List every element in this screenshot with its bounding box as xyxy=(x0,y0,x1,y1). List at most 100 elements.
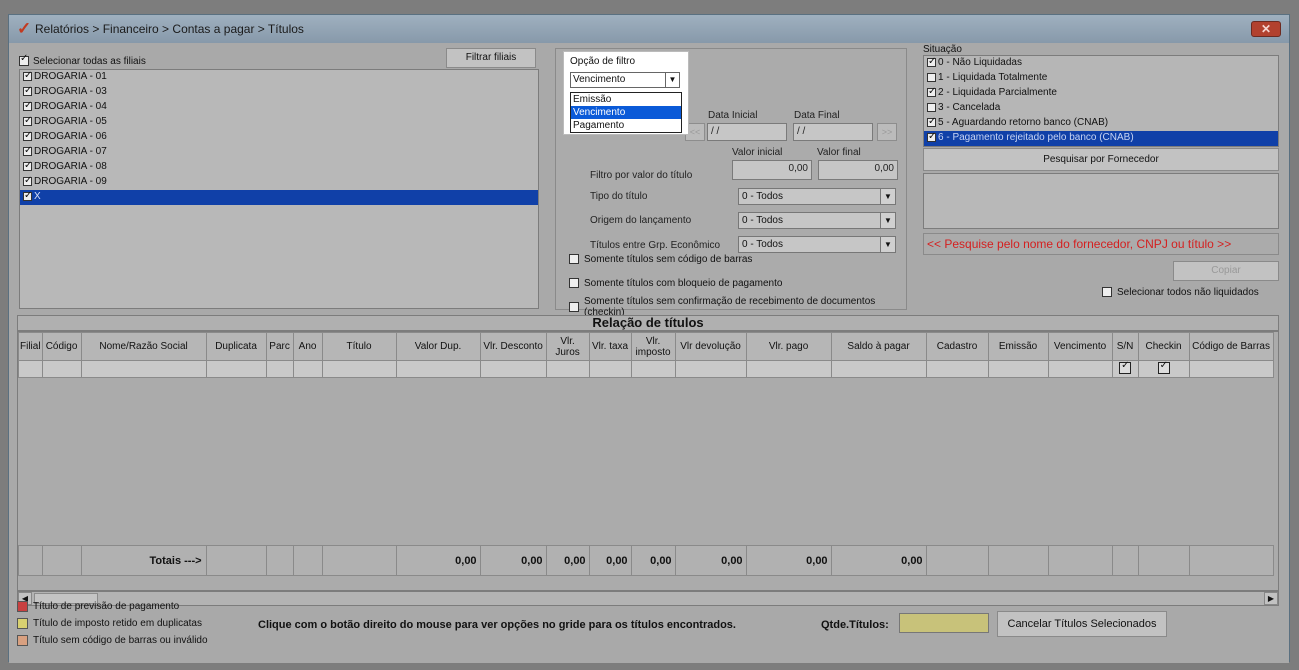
branch-list[interactable]: DROGARIA - 01 DROGARIA - 03 DROGARIA - 04 D… xyxy=(19,69,539,309)
no-barcode-checkbox[interactable] xyxy=(569,254,579,265)
filter-option-item[interactable]: Vencimento xyxy=(571,106,681,119)
branch-checkbox[interactable] xyxy=(23,99,32,113)
table-cell[interactable] xyxy=(925,360,989,378)
situation-checkbox[interactable] xyxy=(927,102,936,112)
cancel-selected-titles-button[interactable]: Cancelar Títulos Selecionados xyxy=(997,611,1167,637)
situation-list-item[interactable]: 1 - Liquidada Totalmente xyxy=(924,71,1278,86)
situation-checkbox[interactable] xyxy=(927,115,936,129)
column-header[interactable]: Duplicata xyxy=(205,332,267,361)
column-header[interactable]: Vlr. pago xyxy=(745,332,832,361)
situation-list-item[interactable]: 3 - Cancelada xyxy=(924,101,1278,116)
column-header[interactable]: Vlr. imposto xyxy=(630,332,676,361)
filter-option-item[interactable]: Emissão xyxy=(571,93,681,106)
cell-checkbox[interactable] xyxy=(1119,360,1132,374)
table-cell[interactable] xyxy=(205,360,267,378)
column-header[interactable]: Código de Barras xyxy=(1188,332,1274,361)
branch-list-item[interactable]: DROGARIA - 08 xyxy=(20,159,538,175)
filter-branches-button[interactable]: Filtrar filiais xyxy=(446,48,536,68)
branch-list-item[interactable]: DROGARIA - 06 xyxy=(20,129,538,145)
branch-checkbox[interactable] xyxy=(23,159,32,173)
table-cell[interactable] xyxy=(545,360,590,378)
supplier-search-box[interactable] xyxy=(923,173,1279,229)
table-cell[interactable] xyxy=(321,360,397,378)
branch-list-item[interactable]: X xyxy=(20,189,538,205)
filter-option-item[interactable]: Pagamento xyxy=(571,119,681,132)
branch-checkbox[interactable] xyxy=(23,114,32,128)
situation-list-item[interactable]: 6 - Pagamento rejeitado pelo banco (CNAB… xyxy=(924,130,1278,146)
origin-select[interactable]: 0 - Todos ▼ xyxy=(738,212,896,229)
branch-list-item[interactable]: DROGARIA - 01 xyxy=(20,69,538,85)
table-cell[interactable] xyxy=(745,360,832,378)
table-cell[interactable] xyxy=(18,360,43,378)
column-header[interactable]: Vencimento xyxy=(1047,332,1113,361)
branch-list-item[interactable]: DROGARIA - 04 xyxy=(20,99,538,115)
chevron-down-icon[interactable]: ▼ xyxy=(665,73,679,87)
table-cell[interactable] xyxy=(1111,360,1139,378)
min-value-field[interactable]: 0,00 xyxy=(732,160,812,180)
table-cell[interactable] xyxy=(987,360,1049,378)
select-all-branches[interactable]: Selecionar todas as filiais xyxy=(19,53,146,67)
branch-checkbox[interactable] xyxy=(23,69,32,83)
column-header[interactable]: Emissão xyxy=(987,332,1049,361)
situation-list-item[interactable]: 2 - Liquidada Parcialmente xyxy=(924,85,1278,101)
column-header[interactable]: Parc xyxy=(265,332,294,361)
no-barcode-option[interactable]: Somente títulos sem código de barras xyxy=(569,254,752,265)
column-header[interactable]: Vlr devolução xyxy=(674,332,747,361)
situation-list-item[interactable]: 0 - Não Liquidadas xyxy=(924,55,1278,71)
select-all-unpaid-option[interactable]: Selecionar todos não liquidados xyxy=(1102,287,1259,298)
close-button[interactable]: ✕ xyxy=(1251,21,1281,37)
situation-checkbox[interactable] xyxy=(927,72,936,82)
branch-checkbox[interactable] xyxy=(23,129,32,143)
cell-checkbox[interactable] xyxy=(1157,360,1170,374)
column-header[interactable]: Valor Dup. xyxy=(395,332,481,361)
table-cell[interactable] xyxy=(588,360,632,378)
next-period-button[interactable]: >> xyxy=(877,123,897,141)
branch-list-item[interactable]: DROGARIA - 09 xyxy=(20,174,538,190)
column-header[interactable]: Filial xyxy=(18,332,43,361)
table-cell[interactable] xyxy=(292,360,323,378)
select-all-unpaid-checkbox[interactable] xyxy=(1102,287,1112,298)
end-date-field[interactable]: / / xyxy=(793,123,873,141)
table-cell[interactable] xyxy=(265,360,294,378)
branch-checkbox[interactable] xyxy=(23,144,32,158)
situation-checkbox[interactable] xyxy=(927,85,936,99)
scroll-right-icon[interactable]: ▶ xyxy=(1264,592,1278,605)
filter-option-select[interactable]: Vencimento ▼ xyxy=(570,72,680,88)
branch-list-item[interactable]: DROGARIA - 03 xyxy=(20,84,538,100)
branch-checkbox[interactable] xyxy=(23,174,32,188)
table-cell[interactable] xyxy=(1047,360,1113,378)
situation-checkbox[interactable] xyxy=(927,55,936,69)
table-cell[interactable] xyxy=(674,360,747,378)
filter-option-dropdown[interactable]: Emissão Vencimento Pagamento xyxy=(570,92,682,133)
blocked-checkbox[interactable] xyxy=(569,278,579,289)
table-cell[interactable] xyxy=(630,360,676,378)
select-all-branches-checkbox[interactable] xyxy=(19,53,29,67)
branch-list-item[interactable]: DROGARIA - 07 xyxy=(20,144,538,160)
branch-list-item[interactable]: DROGARIA - 05 xyxy=(20,114,538,130)
branch-checkbox[interactable] xyxy=(23,84,32,98)
table-cell[interactable] xyxy=(479,360,547,378)
titles-table[interactable]: Filial Código Nome/Razão Social Duplicata Pa… xyxy=(18,332,1274,576)
column-header[interactable]: S/N xyxy=(1111,332,1139,361)
column-header[interactable]: Código xyxy=(41,332,82,361)
max-value-field[interactable]: 0,00 xyxy=(818,160,898,180)
column-header[interactable]: Saldo à pagar xyxy=(830,332,927,361)
branch-checkbox[interactable] xyxy=(23,189,32,203)
table-cell[interactable] xyxy=(830,360,927,378)
copy-button[interactable]: Copiar xyxy=(1173,261,1279,281)
table-cell[interactable] xyxy=(41,360,82,378)
titles-grid[interactable]: Filial Código Nome/Razão Social Duplicata Pa… xyxy=(17,331,1279,591)
situation-list[interactable]: 0 - Não Liquidadas 1 - Liquidada Totalmen… xyxy=(923,55,1279,147)
table-row[interactable] xyxy=(18,360,1274,378)
column-header[interactable]: Vlr. Juros xyxy=(545,332,590,361)
column-header[interactable]: Vlr. taxa xyxy=(588,332,632,361)
situation-list-item[interactable]: 5 - Aguardando retorno banco (CNAB) xyxy=(924,115,1278,131)
column-header[interactable]: Checkin xyxy=(1137,332,1190,361)
table-cell[interactable] xyxy=(1137,360,1190,378)
column-header[interactable]: Cadastro xyxy=(925,332,989,361)
column-header[interactable]: Ano xyxy=(292,332,323,361)
column-header[interactable]: Título xyxy=(321,332,397,361)
start-date-field[interactable]: / / xyxy=(707,123,787,141)
chevron-down-icon[interactable]: ▼ xyxy=(880,213,895,228)
table-cell[interactable] xyxy=(80,360,207,378)
